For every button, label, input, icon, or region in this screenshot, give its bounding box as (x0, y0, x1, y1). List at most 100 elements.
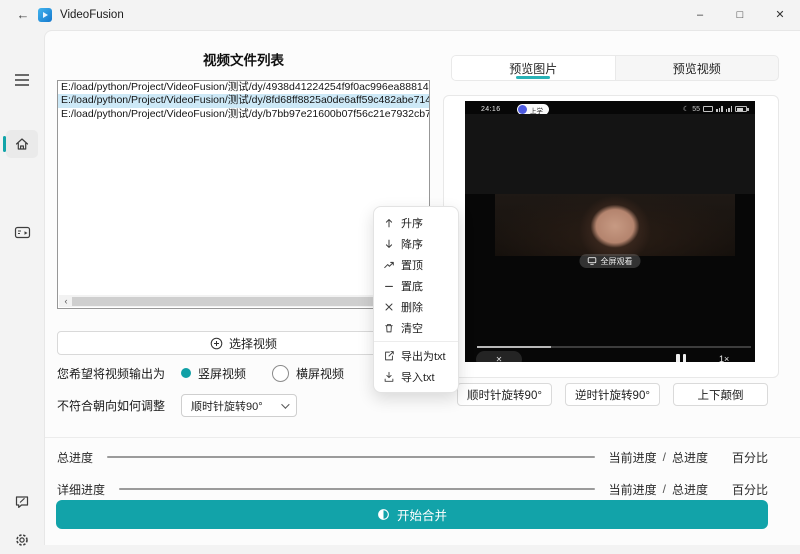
detail-progress-row: 详细进度 当前进度 / 总进度 百分比 (57, 481, 768, 497)
menu-item-import-txt[interactable]: 导入txt (374, 366, 458, 387)
current-progress-text: 当前进度 (609, 481, 657, 498)
file-row[interactable]: E:/load/python/Project/VideoFusion/测试/dy… (58, 108, 429, 121)
video-frame-person (495, 194, 735, 256)
current-progress-text: 当前进度 (609, 449, 657, 466)
radio-portrait-label: 竖屏视频 (198, 365, 246, 382)
section-divider (45, 437, 800, 438)
playback-speed-label: 1× (719, 354, 729, 362)
start-merge-label: 开始合并 (397, 505, 447, 524)
select-video-label: 选择视频 (229, 335, 277, 352)
home-icon[interactable] (0, 130, 44, 158)
total-progress-row: 总进度 当前进度 / 总进度 百分比 (57, 449, 768, 465)
file-row[interactable]: E:/load/python/Project/VideoFusion/测试/dy… (58, 81, 429, 94)
phone-clock: 24:16 (481, 106, 501, 113)
tv-icon (588, 257, 597, 265)
rotation-dropdown-value: 顺时针旋转90° (191, 398, 263, 414)
orientation-question-label: 不符合朝向如何调整 (57, 397, 165, 414)
menu-item-sort-asc[interactable]: 升序 (374, 212, 458, 233)
minimize-button[interactable]: – (680, 0, 720, 30)
radio-landscape-label: 横屏视频 (296, 365, 344, 382)
menu-separator (374, 341, 458, 342)
dash-icon (383, 280, 395, 292)
rotate-buttons-row: 顺时针旋转90° 逆时针旋转90° 上下颠倒 (457, 383, 768, 406)
video-preview-image: 24:16 上学 ☾ 55 全屏观看 ✕ 1× (465, 101, 755, 362)
badge-logo-icon (518, 105, 527, 114)
scroll-left-arrow-icon[interactable]: ‹ (61, 295, 71, 307)
hamburger-menu-icon[interactable] (0, 66, 44, 94)
file-list-title: 视频文件列表 (57, 49, 430, 69)
file-row-selected[interactable]: E:/load/python/Project/VideoFusion/测试/dy… (58, 94, 429, 107)
menu-item-move-bottom[interactable]: 置底 (374, 275, 458, 296)
video-tool-icon[interactable] (0, 218, 44, 246)
total-progress-text: 总进度 (672, 449, 708, 466)
menu-label: 置底 (401, 278, 423, 294)
merge-eye-icon (377, 508, 390, 521)
app-window: ← VideoFusion – □ ✕ 视频文件列表 E:/load (0, 0, 800, 545)
preview-card: 24:16 上学 ☾ 55 全屏观看 ✕ 1× (443, 95, 779, 378)
export-icon (383, 350, 395, 362)
menu-item-clear[interactable]: 清空 (374, 317, 458, 338)
rotate-cw-button[interactable]: 顺时针旋转90° (457, 383, 552, 406)
badge-text: 上学 (530, 105, 543, 115)
radio-portrait[interactable]: 竖屏视频 (181, 365, 246, 382)
signal-icon-2 (726, 106, 733, 112)
moon-icon: ☾ (683, 105, 689, 113)
radio-unchecked-icon[interactable] (272, 365, 289, 382)
output-question-label: 您希望将视频输出为 (57, 365, 165, 382)
rotation-dropdown[interactable]: 顺时针旋转90° (181, 394, 297, 417)
percent-text: 百分比 (732, 449, 768, 466)
detail-progress-track (119, 488, 595, 490)
slash-text: / (663, 450, 666, 464)
slash-text: / (663, 482, 666, 496)
menu-label: 升序 (401, 215, 423, 231)
preview-tabbar: 预览图片 预览视频 (451, 55, 779, 81)
tab-preview-video[interactable]: 预览视频 (615, 56, 779, 80)
clear-screen-pill: ✕ (476, 351, 522, 362)
radio-landscape[interactable]: 横屏视频 (272, 365, 344, 382)
plus-circle-icon (210, 337, 223, 350)
trash-icon (383, 322, 395, 334)
menu-label: 导出为txt (401, 348, 446, 364)
feedback-icon[interactable] (0, 488, 44, 516)
titlebar: ← VideoFusion – □ ✕ (0, 0, 800, 30)
signal-icon (716, 106, 723, 112)
menu-label: 删除 (401, 299, 423, 315)
x-icon (383, 301, 395, 313)
menu-label: 降序 (401, 236, 423, 252)
maximize-button[interactable]: □ (720, 0, 760, 30)
chevron-down-icon (281, 400, 289, 408)
rotate-ccw-button[interactable]: 逆时针旋转90° (565, 383, 660, 406)
output-orientation-row: 您希望将视频输出为 竖屏视频 横屏视频 (57, 362, 370, 384)
window-controls: – □ ✕ (680, 0, 800, 30)
menu-item-sort-desc[interactable]: 降序 (374, 233, 458, 254)
video-progress-bar (477, 346, 751, 348)
menu-label: 置顶 (401, 257, 423, 273)
import-icon (383, 371, 395, 383)
flip-vertical-button[interactable]: 上下颠倒 (673, 383, 768, 406)
back-arrow-icon[interactable]: ← (14, 6, 32, 24)
active-tab-underline (516, 76, 550, 79)
settings-gear-icon[interactable] (0, 526, 44, 554)
arrow-down-icon (383, 238, 395, 250)
menu-item-delete[interactable]: 删除 (374, 296, 458, 317)
menu-item-export-txt[interactable]: 导出为txt (374, 345, 458, 366)
total-progress-label: 总进度 (57, 449, 93, 466)
tab-preview-image[interactable]: 预览图片 (452, 56, 615, 80)
close-button[interactable]: ✕ (760, 0, 800, 30)
app-title: VideoFusion (60, 9, 124, 21)
app-logo-icon (38, 8, 52, 22)
radio-checked-icon[interactable] (181, 368, 191, 378)
total-progress-text: 总进度 (672, 481, 708, 498)
menu-label: 导入txt (401, 369, 435, 385)
scrollbar-thumb[interactable] (72, 297, 404, 306)
orientation-adjust-row: 不符合朝向如何调整 顺时针旋转90° (57, 394, 297, 417)
start-merge-button[interactable]: 开始合并 (56, 500, 768, 529)
phone-status-icons: ☾ 55 (683, 105, 747, 113)
fullscreen-pill-label: 全屏观看 (601, 256, 633, 267)
total-progress-track (107, 456, 595, 458)
close-glyph: ✕ (496, 355, 503, 362)
tab-preview-video-label: 预览视频 (673, 60, 721, 77)
menu-item-move-top[interactable]: 置顶 (374, 254, 458, 275)
network-text: 55 (692, 106, 700, 113)
tab-preview-image-label: 预览图片 (509, 60, 557, 77)
